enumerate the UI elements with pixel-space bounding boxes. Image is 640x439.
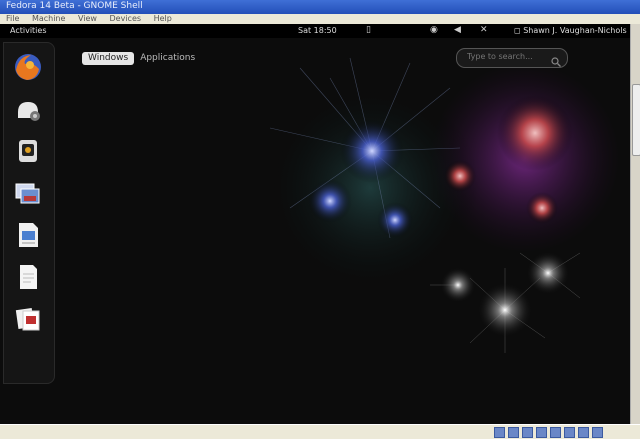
firefox-icon[interactable] bbox=[12, 51, 44, 83]
clock[interactable]: Sat 18:50 bbox=[298, 26, 337, 35]
scrollbar-thumb[interactable] bbox=[632, 84, 640, 156]
firework-blue-2 bbox=[308, 179, 352, 223]
firework-white-3 bbox=[440, 267, 476, 303]
tray-mouse-icon[interactable] bbox=[578, 427, 589, 438]
image-viewer-icon[interactable] bbox=[12, 303, 44, 335]
tab-applications[interactable]: Applications bbox=[134, 52, 201, 65]
text-document-icon[interactable] bbox=[12, 261, 44, 293]
window-scrollbar[interactable] bbox=[630, 24, 640, 424]
dash bbox=[3, 42, 55, 384]
firework-red-2 bbox=[444, 160, 476, 192]
tab-windows[interactable]: Windows bbox=[82, 52, 135, 65]
menu-item-help[interactable]: Help bbox=[154, 14, 172, 23]
search-icon bbox=[551, 52, 561, 71]
activities-overview: Windows Applications bbox=[0, 38, 630, 424]
tray-hdd-icon[interactable] bbox=[494, 427, 505, 438]
volume-icon[interactable]: ◀ bbox=[454, 25, 461, 35]
firework-white-1 bbox=[477, 282, 533, 338]
system-tray bbox=[494, 427, 603, 438]
network-icon[interactable]: ✕ bbox=[480, 25, 488, 35]
tray-network-icon[interactable] bbox=[536, 427, 547, 438]
window-menubar: File Machine View Devices Help bbox=[0, 14, 640, 24]
tray-capture-icon[interactable] bbox=[564, 427, 575, 438]
shotwell-icon[interactable] bbox=[12, 177, 44, 209]
firework-blue-3 bbox=[377, 202, 413, 238]
tray-cd-icon[interactable] bbox=[508, 427, 519, 438]
search-box[interactable] bbox=[456, 48, 568, 68]
user-name: Shawn J. Vaughan-Nichols bbox=[523, 26, 627, 35]
activities-button[interactable]: Activities bbox=[10, 26, 47, 35]
firework-red-1 bbox=[497, 95, 573, 171]
menu-item-view[interactable]: View bbox=[78, 14, 97, 23]
evolution-icon[interactable] bbox=[12, 93, 44, 125]
user-status-icon: ◻ bbox=[514, 26, 521, 35]
tray-keyboard-icon[interactable] bbox=[592, 427, 603, 438]
menu-item-file[interactable]: File bbox=[6, 14, 19, 23]
firework-teal-glow bbox=[260, 78, 480, 298]
menu-item-machine[interactable]: Machine bbox=[32, 14, 66, 23]
search-input[interactable] bbox=[467, 52, 547, 61]
gnome-top-bar: Activities Sat 18:50 ▯ ◉ ◀ ✕ ◻ Shawn J. … bbox=[0, 24, 630, 39]
tray-folder-icon[interactable] bbox=[550, 427, 561, 438]
empathy-icon[interactable] bbox=[12, 135, 44, 167]
window-titlebar: Fedora 14 Beta - GNOME Shell bbox=[0, 0, 640, 14]
window-title: Fedora 14 Beta - GNOME Shell bbox=[6, 1, 143, 11]
menu-item-devices[interactable]: Devices bbox=[110, 14, 142, 23]
user-menu[interactable]: ◻ Shawn J. Vaughan-Nichols bbox=[514, 26, 627, 35]
writer-document-icon[interactable] bbox=[12, 219, 44, 251]
document-icon[interactable]: ▯ bbox=[366, 25, 371, 35]
firework-blue-1 bbox=[340, 119, 404, 183]
firework-white-2 bbox=[526, 251, 570, 295]
accessibility-icon[interactable]: ◉ bbox=[430, 25, 438, 35]
view-switcher: Windows Applications bbox=[82, 52, 201, 65]
tray-usb-icon[interactable] bbox=[522, 427, 533, 438]
fireworks-wallpaper bbox=[260, 57, 620, 353]
host-taskbar bbox=[0, 424, 640, 439]
firework-red-3 bbox=[526, 192, 558, 224]
